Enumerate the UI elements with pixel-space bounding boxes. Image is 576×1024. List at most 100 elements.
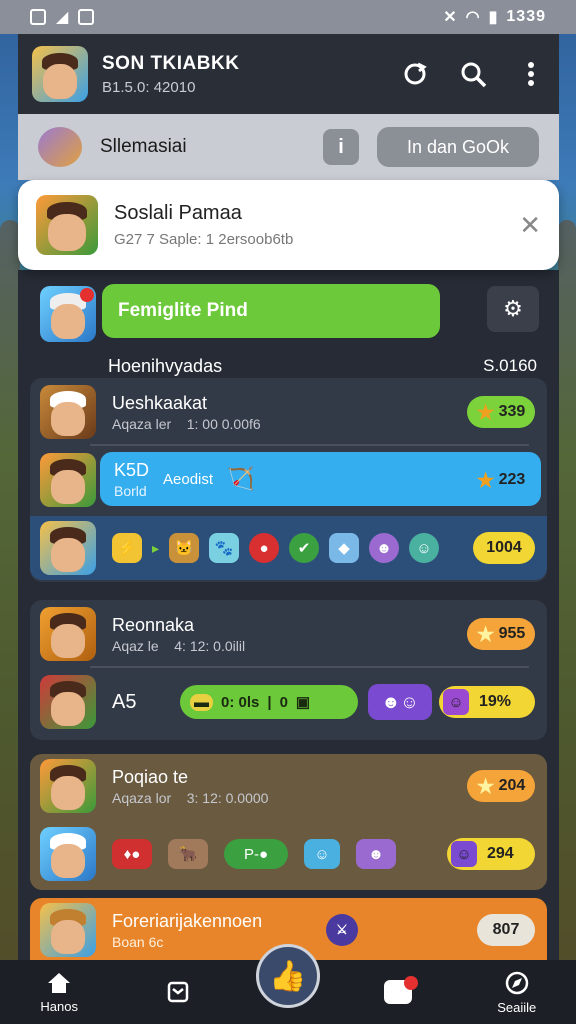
list-item-highlighted[interactable]: K5D Borld Aeodist 🏹 ★ 223 bbox=[30, 450, 547, 510]
item-icon: P-● bbox=[224, 839, 288, 869]
row-title: Reonnaka bbox=[112, 614, 195, 635]
hero-side-icon[interactable]: ⚙ bbox=[487, 286, 539, 332]
item-icon: 🐱 bbox=[169, 533, 200, 563]
search-icon[interactable] bbox=[459, 60, 487, 88]
notification-subtitle: G27 7 Saple: 1 2ersoob6tb bbox=[114, 231, 294, 248]
player-avatar bbox=[40, 759, 96, 813]
row-title: Ueshkaakat bbox=[112, 392, 208, 413]
like-fab-button[interactable]: 👍 bbox=[256, 944, 320, 1008]
list-item[interactable]: ⚡ ▸ 🐱 🐾 ● ✔ ◆ ☻ ☺ 1004 bbox=[30, 516, 547, 580]
list-item[interactable]: Ueshkaakat Aqaza ler 1: 00 0.00f6 ★ 339 bbox=[30, 382, 547, 442]
hand-icon: ▬ bbox=[190, 693, 213, 711]
divider bbox=[90, 444, 529, 446]
divider bbox=[90, 666, 529, 668]
nav-inbox[interactable] bbox=[138, 980, 218, 1004]
item-icon: ☻ bbox=[369, 533, 400, 563]
signal-icon: ◢ bbox=[56, 9, 69, 26]
more-menu-icon[interactable] bbox=[517, 60, 545, 88]
row-title: K5D bbox=[114, 459, 150, 480]
star-icon: ★ bbox=[476, 469, 495, 492]
chat-icon bbox=[384, 976, 419, 1004]
row-sub: Aqaza lor bbox=[112, 789, 172, 806]
score-badge: ☺ 294 bbox=[447, 838, 535, 870]
thumbs-up-icon: 👍 bbox=[269, 959, 307, 993]
app-header: SON TKIABKK B1.5.0: 42010 bbox=[18, 34, 559, 114]
row-title: Poqiao te bbox=[112, 766, 189, 787]
arrow-icon: ▸ bbox=[152, 539, 160, 556]
profile-id: B1.5.0: 42010 bbox=[102, 78, 196, 96]
score-badge: 1004 bbox=[473, 532, 535, 564]
box-icon: ▣ bbox=[295, 694, 311, 711]
list-item[interactable]: Reonnaka Aqaz le 4: 12: 0.0ilil ★ 955 bbox=[30, 604, 547, 664]
score-value: 223 bbox=[498, 471, 526, 488]
progress-separator: | bbox=[267, 693, 272, 711]
hero-right-value: S.0160 bbox=[483, 356, 537, 375]
score-badge: ★ 223 bbox=[467, 464, 535, 496]
item-icon: ● bbox=[249, 533, 280, 563]
score-badge: ★ 339 bbox=[467, 396, 535, 428]
star-icon: ★ bbox=[476, 401, 495, 424]
screenshot-icon bbox=[78, 9, 95, 25]
notification-card[interactable]: Soslali Pamaa G27 7 Saple: 1 2ersoob6tb … bbox=[18, 180, 559, 270]
row-sub: Aqaza ler bbox=[112, 415, 172, 432]
row-sub: Borld bbox=[114, 482, 147, 499]
row-title: A5 bbox=[112, 690, 137, 713]
compass-icon bbox=[505, 971, 528, 994]
row-title: Foreriarijakennoen bbox=[112, 910, 263, 931]
percent-badge: ☺ 19% bbox=[439, 686, 535, 718]
row-tag: Aeodist bbox=[163, 470, 214, 488]
percent-value: 19% bbox=[479, 693, 512, 710]
score-value: 1004 bbox=[486, 539, 522, 556]
nav-search[interactable]: Seaiile bbox=[477, 970, 557, 1015]
notification-avatar bbox=[36, 195, 98, 255]
notification-icon bbox=[30, 9, 46, 25]
lightning-icon: ⚡ bbox=[112, 533, 142, 563]
item-icon: ☺ bbox=[304, 839, 340, 869]
main-content: Femiglite Pind ⚙ Hoenihvyadas S.0160 Ues… bbox=[18, 270, 559, 960]
group-card: Ueshkaakat Aqaza ler 1: 00 0.00f6 ★ 339 K… bbox=[30, 378, 547, 582]
hero-section: Femiglite Pind ⚙ Hoenihvyadas S.0160 bbox=[30, 280, 547, 376]
info-button[interactable]: i bbox=[323, 129, 359, 165]
clock: 1339 bbox=[506, 8, 546, 25]
profile-avatar[interactable] bbox=[32, 46, 88, 102]
nav-home[interactable]: Hanos bbox=[19, 971, 99, 1014]
hero-avatar[interactable] bbox=[40, 286, 96, 342]
info-banner: Sllemasiai i In dan GoOk bbox=[18, 114, 559, 180]
item-icon: 🐂 bbox=[168, 839, 208, 869]
player-avatar bbox=[40, 385, 96, 439]
close-icon[interactable]: ✕ bbox=[519, 210, 541, 241]
list-item[interactable]: A5 ▬ 0: 0ls | 0 ▣ ☻☺ ☺ 19% bbox=[30, 672, 547, 732]
player-avatar bbox=[40, 607, 96, 661]
star-icon: ★ bbox=[476, 623, 495, 646]
mute-icon: ✕ bbox=[443, 9, 458, 26]
notification-badge bbox=[404, 976, 419, 990]
group-card: Poqiao te Aqaza lor 3: 12: 0.0000 ★ 204 ♦… bbox=[30, 754, 547, 890]
item-icon: ☻☺ bbox=[368, 684, 432, 720]
banner-action-button[interactable]: In dan GoOk bbox=[377, 127, 539, 167]
avatar-mini-icon: ☺ bbox=[443, 689, 469, 715]
score-badge: ★ 204 bbox=[467, 770, 535, 802]
nav-messages[interactable] bbox=[358, 976, 438, 1004]
item-icon: 🏹 bbox=[227, 466, 255, 491]
status-bar: ◢ ✕ ◠ ▮ 1339 bbox=[0, 0, 576, 34]
progress-pill[interactable]: ▬ 0: 0ls | 0 ▣ bbox=[180, 685, 358, 719]
home-icon bbox=[48, 972, 71, 993]
hero-green-button[interactable]: Femiglite Pind bbox=[102, 284, 440, 338]
refresh-icon[interactable] bbox=[401, 60, 429, 88]
score-badge: ★ 955 bbox=[467, 618, 535, 650]
list-item[interactable]: Poqiao te Aqaza lor 3: 12: 0.0000 ★ 204 bbox=[30, 756, 547, 816]
background-scenery bbox=[558, 220, 576, 1020]
score-value: 807 bbox=[492, 921, 520, 938]
score-value: 339 bbox=[498, 403, 526, 420]
profile-name: SON TKIABKK bbox=[102, 52, 240, 74]
hero-green-label: Femiglite Pind bbox=[118, 300, 248, 321]
list-item[interactable]: ♦● 🐂 P-● ☺ ☻ ☺ 294 bbox=[30, 824, 547, 884]
score-value: 204 bbox=[498, 777, 526, 794]
score-badge: 807 bbox=[477, 914, 535, 946]
player-avatar bbox=[40, 903, 96, 957]
nav-search-label: Seaiile bbox=[497, 999, 537, 1015]
section-title: Hoenihvyadas bbox=[108, 356, 223, 376]
item-icon: ♦● bbox=[112, 839, 152, 869]
player-avatar bbox=[40, 827, 96, 881]
wifi-icon: ◠ bbox=[465, 9, 481, 26]
